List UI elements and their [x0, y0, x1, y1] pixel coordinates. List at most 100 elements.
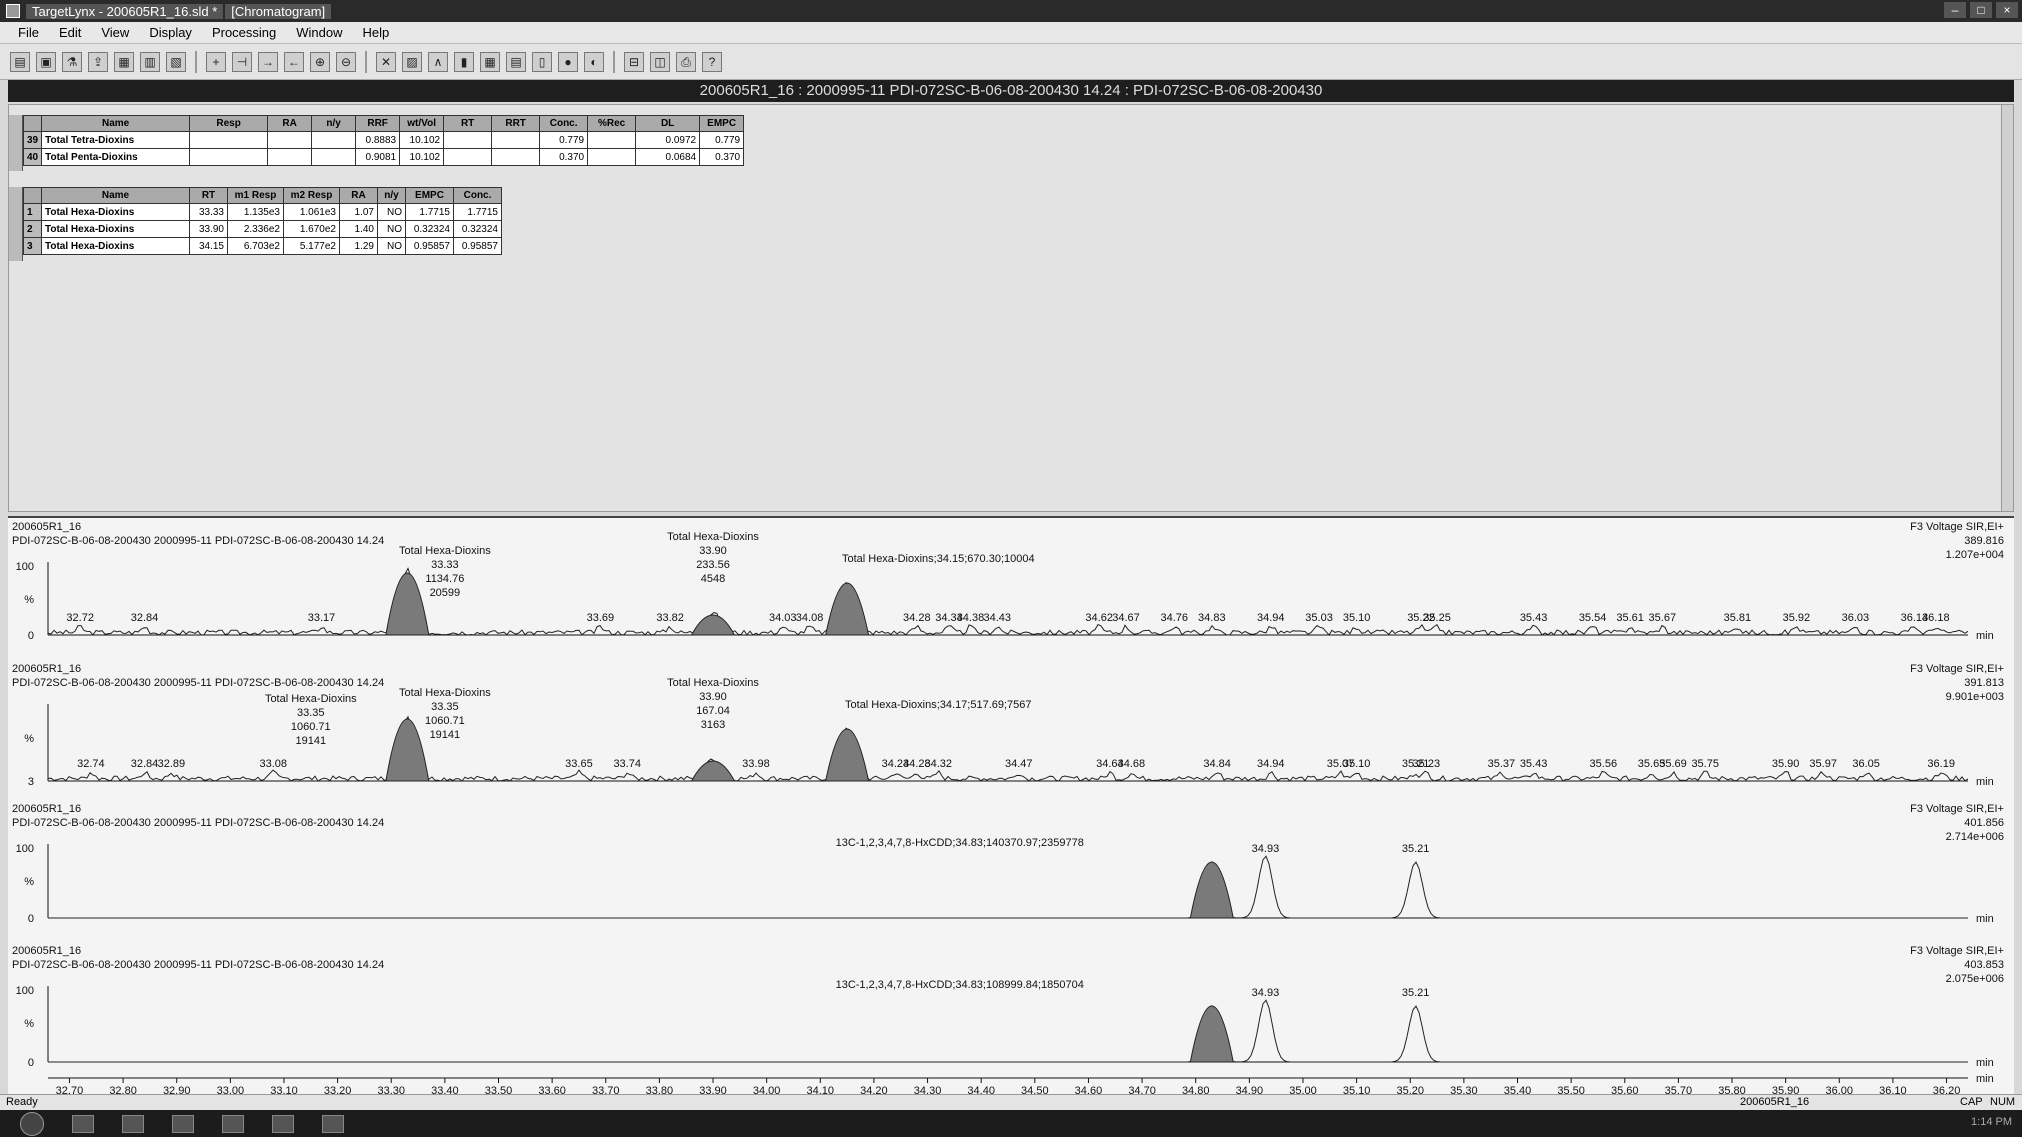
column-header[interactable]: m1 Resp: [227, 187, 284, 204]
column-header[interactable]: RA: [267, 115, 313, 132]
table-row[interactable]: 39 Total Tetra-Dioxins 0.8883 10.102 0.779 0.…: [22, 131, 745, 149]
table-cell[interactable]: 39: [22, 131, 43, 149]
maximize-button[interactable]: □: [1970, 2, 1992, 18]
view-icon[interactable]: ▥: [140, 51, 160, 72]
column-header[interactable]: Conc.: [453, 187, 502, 204]
table-row[interactable]: 1 Total Hexa-Dioxins 33.33 1.135e3 1.061e3 1.…: [23, 203, 502, 221]
table-row[interactable]: 40 Total Penta-Dioxins 0.9081 10.102 0.370 0.…: [22, 148, 745, 166]
table-cell[interactable]: NO: [377, 237, 406, 255]
taskbar-app-icon[interactable]: [172, 1114, 194, 1133]
bar-icon[interactable]: ▮: [454, 51, 474, 72]
next-icon[interactable]: →: [258, 51, 278, 72]
integrated-peak[interactable]: [385, 718, 430, 782]
zoom-out-icon[interactable]: ⊖: [336, 51, 356, 72]
chromatogram-trace-4[interactable]: 200605R1_16 PDI-072SC-B-06-08-200430 2000…: [12, 945, 2004, 1069]
chromatogram-trace-1[interactable]: 200605R1_16 PDI-072SC-B-06-08-200430 2000…: [12, 521, 2004, 642]
table-cell[interactable]: [311, 131, 357, 149]
close-button[interactable]: ×: [1996, 2, 2018, 18]
table-row[interactable]: 3 Total Hexa-Dioxins 34.15 6.703e2 5.177e2 1.…: [23, 237, 502, 255]
table-cell[interactable]: [491, 148, 541, 166]
table-cell[interactable]: 0.370: [699, 148, 745, 166]
zoom-in-icon[interactable]: ⊕: [310, 51, 330, 72]
integrated-peak[interactable]: [1189, 1005, 1234, 1063]
column-header[interactable]: n/y: [311, 115, 357, 132]
table-cell[interactable]: 2: [23, 220, 42, 238]
record-icon[interactable]: ●: [558, 51, 578, 72]
table-icon[interactable]: ▤: [506, 51, 526, 72]
column-header[interactable]: %Rec: [587, 115, 637, 132]
integrated-peak[interactable]: [385, 572, 430, 636]
minimize-button[interactable]: –: [1944, 2, 1966, 18]
menu-help[interactable]: Help: [363, 25, 390, 40]
results-scrollbar[interactable]: [2001, 105, 2013, 511]
table-cell[interactable]: 0.9081: [355, 148, 401, 166]
open-icon[interactable]: ▤: [10, 51, 30, 72]
table-cell[interactable]: 1.135e3: [227, 203, 284, 221]
table-cell[interactable]: 0.0684: [635, 148, 701, 166]
print-icon[interactable]: ⎙: [676, 51, 696, 72]
table-cell[interactable]: NO: [377, 220, 406, 238]
taskbar-chart-icon[interactable]: [222, 1114, 244, 1133]
column-header[interactable]: EMPC: [405, 187, 454, 204]
menu-edit[interactable]: Edit: [59, 25, 81, 40]
table-cell[interactable]: 1.29: [339, 237, 378, 255]
table-cell[interactable]: Total Hexa-Dioxins: [41, 203, 190, 221]
table-cell[interactable]: 0.779: [699, 131, 745, 149]
grid-icon[interactable]: ▦: [480, 51, 500, 72]
table-cell[interactable]: 0.8883: [355, 131, 401, 149]
table-cell[interactable]: 10.102: [399, 131, 445, 149]
export-icon[interactable]: ⇪: [88, 51, 108, 72]
chromatogram-trace-3[interactable]: 200605R1_16 PDI-072SC-B-06-08-200430 2000…: [12, 803, 2004, 925]
integrated-peak[interactable]: [690, 614, 736, 636]
taskbar-targetlynx-icon[interactable]: [272, 1114, 294, 1133]
table-cell[interactable]: 1.7715: [453, 203, 502, 221]
print-preview-icon[interactable]: ▧: [166, 51, 186, 72]
table-cell[interactable]: [267, 148, 313, 166]
spectrum-icon[interactable]: ∧: [428, 51, 448, 72]
reset-zoom-icon[interactable]: ✕: [376, 51, 396, 72]
save-icon[interactable]: ▣: [36, 51, 56, 72]
table-cell[interactable]: 34.15: [189, 237, 228, 255]
table-cell[interactable]: 5.177e2: [283, 237, 340, 255]
table-cell[interactable]: [311, 148, 357, 166]
column-header[interactable]: n/y: [377, 187, 406, 204]
table-cell[interactable]: [189, 148, 269, 166]
table-cell[interactable]: 0.370: [539, 148, 589, 166]
integrated-peak[interactable]: [1189, 861, 1234, 919]
chromatogram-plot[interactable]: 200605R1_16 PDI-072SC-B-06-08-200430 2000…: [8, 518, 2014, 1096]
chrom-icon[interactable]: ▨: [402, 51, 422, 72]
integrated-peak[interactable]: [825, 728, 870, 782]
column-header[interactable]: RRT: [491, 115, 541, 132]
table-cell[interactable]: NO: [377, 203, 406, 221]
menu-display[interactable]: Display: [149, 25, 192, 40]
table-cell[interactable]: 6.703e2: [227, 237, 284, 255]
column-header[interactable]: EMPC: [699, 115, 745, 132]
column-header[interactable]: RT: [443, 115, 493, 132]
column-header[interactable]: Name: [41, 187, 190, 204]
table-cell[interactable]: 1.7715: [405, 203, 454, 221]
table-cell[interactable]: 1.670e2: [283, 220, 340, 238]
taskbar-folder-icon[interactable]: [122, 1114, 144, 1133]
table-cell[interactable]: 0.32324: [453, 220, 502, 238]
table-cell[interactable]: [189, 131, 269, 149]
layout-h-icon[interactable]: ⊟: [624, 51, 644, 72]
table-cell[interactable]: 3: [23, 237, 42, 255]
table-cell[interactable]: [443, 148, 493, 166]
compound-summary-table[interactable]: Name Resp RA n/y RRF wt/Vol RT RRT Conc. %Rec DL EM…: [22, 115, 745, 166]
table-cell[interactable]: 0.95857: [405, 237, 454, 255]
column-header[interactable]: m2 Resp: [283, 187, 340, 204]
table-cell[interactable]: 0.0972: [635, 131, 701, 149]
column-header[interactable]: [22, 115, 43, 132]
menu-processing[interactable]: Processing: [212, 25, 276, 40]
table-cell[interactable]: [491, 131, 541, 149]
menu-view[interactable]: View: [101, 25, 129, 40]
column-header[interactable]: RRF: [355, 115, 401, 132]
integrated-peak[interactable]: [825, 582, 870, 636]
table-cell[interactable]: 10.102: [399, 148, 445, 166]
table-cell[interactable]: 0.779: [539, 131, 589, 149]
table-cell[interactable]: 33.33: [189, 203, 228, 221]
table-cell[interactable]: [587, 148, 637, 166]
column-header[interactable]: Resp: [189, 115, 269, 132]
column-header[interactable]: Conc.: [539, 115, 589, 132]
help-icon[interactable]: ?: [702, 51, 722, 72]
